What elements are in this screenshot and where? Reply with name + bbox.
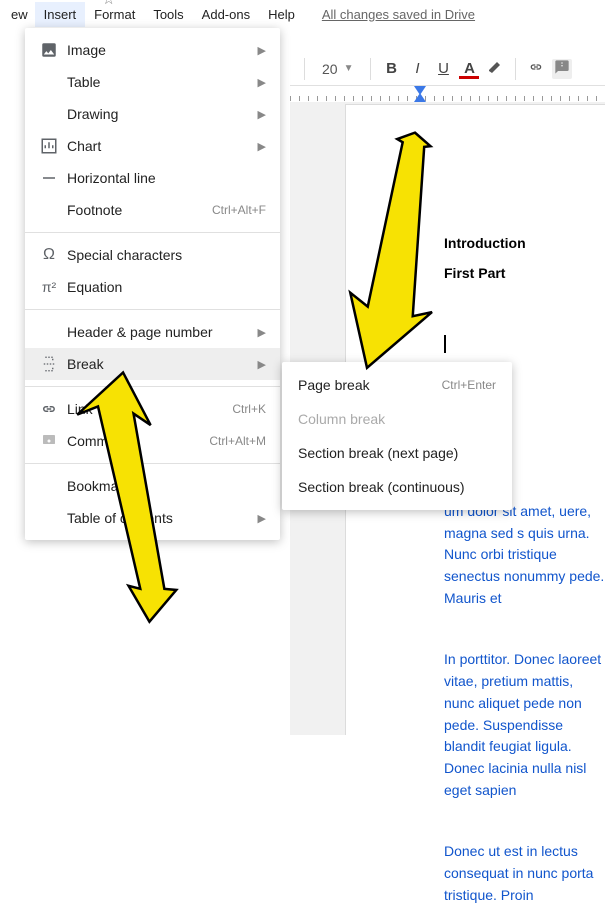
menu-item-special-characters[interactable]: Ω Special characters	[25, 239, 280, 271]
chevron-down-icon: ▼	[344, 63, 354, 74]
separator	[25, 232, 280, 233]
doc-heading: First Part	[444, 265, 605, 281]
menu-item-equation[interactable]: π² Equation	[25, 271, 280, 303]
text-color-button[interactable]: A	[459, 60, 479, 77]
saved-in-drive[interactable]: All changes saved in Drive	[322, 7, 475, 22]
menu-format[interactable]: Format	[85, 2, 144, 27]
horizontal-line-icon	[37, 169, 61, 187]
bold-button[interactable]: B	[381, 60, 401, 77]
doc-paragraph: um dolor sit amet, uere, magna sed s qui…	[444, 501, 605, 609]
chevron-right-icon: ▶	[258, 140, 266, 153]
pi-icon: π²	[37, 279, 61, 295]
font-size-value: 20	[322, 61, 338, 77]
menu-item-drawing[interactable]: Drawing ▶	[25, 98, 280, 130]
menu-addons[interactable]: Add-ons	[193, 2, 259, 27]
insert-comment-button[interactable]	[552, 59, 572, 79]
submenu-item-section-break-next[interactable]: Section break (next page)	[282, 436, 512, 470]
break-submenu: Page break Ctrl+Enter Column break Secti…	[282, 362, 512, 510]
doc-paragraph: In porttitor. Donec laoreet vitae, preti…	[444, 649, 605, 801]
shortcut-label: Ctrl+Enter	[442, 378, 496, 392]
italic-button[interactable]: I	[407, 60, 427, 77]
omega-icon: Ω	[37, 246, 61, 264]
chevron-right-icon: ▶	[258, 358, 266, 371]
doc-heading: Introduction	[444, 235, 605, 251]
menu-item-horizontal-line[interactable]: Horizontal line	[25, 162, 280, 194]
shortcut-label: Ctrl+Alt+F	[212, 203, 266, 217]
submenu-item-section-break-continuous[interactable]: Section break (continuous)	[282, 470, 512, 504]
annotation-arrow-icon	[50, 370, 220, 630]
menu-item-image[interactable]: Image ▶	[25, 34, 280, 66]
underline-button[interactable]: U	[433, 60, 453, 77]
chevron-right-icon: ▶	[258, 512, 266, 525]
separator	[25, 309, 280, 310]
chevron-right-icon: ▶	[258, 108, 266, 121]
indent-marker-icon[interactable]	[414, 93, 426, 102]
annotation-arrow-icon	[330, 120, 450, 380]
doc-paragraph: Donec ut est in lectus consequat in nunc…	[444, 841, 605, 906]
insert-link-button[interactable]	[526, 59, 546, 79]
ruler[interactable]	[290, 86, 605, 102]
menu-tools[interactable]: Tools	[144, 2, 192, 27]
menu-help[interactable]: Help	[259, 2, 304, 27]
chart-icon	[37, 137, 61, 155]
chevron-right-icon: ▶	[258, 326, 266, 339]
toolbar-partial: 20 ▼ B I U A	[290, 52, 605, 86]
menu-view-partial[interactable]: ew	[4, 2, 35, 27]
highlight-button[interactable]	[485, 59, 505, 79]
submenu-item-column-break: Column break	[282, 402, 512, 436]
chevron-right-icon: ▶	[258, 44, 266, 57]
menu-insert[interactable]: Insert	[35, 2, 86, 27]
menu-item-chart[interactable]: Chart ▶	[25, 130, 280, 162]
font-size-selector[interactable]: 20 ▼	[315, 58, 360, 80]
menubar: ew Insert Format Tools Add-ons Help All …	[0, 0, 605, 28]
image-icon	[37, 41, 61, 59]
menu-item-table[interactable]: Table ▶	[25, 66, 280, 98]
menu-item-header-page-number[interactable]: Header & page number ▶	[25, 316, 280, 348]
chevron-right-icon: ▶	[258, 76, 266, 89]
shortcut-label: Ctrl+K	[232, 402, 266, 416]
menu-item-footnote[interactable]: Footnote Ctrl+Alt+F	[25, 194, 280, 226]
